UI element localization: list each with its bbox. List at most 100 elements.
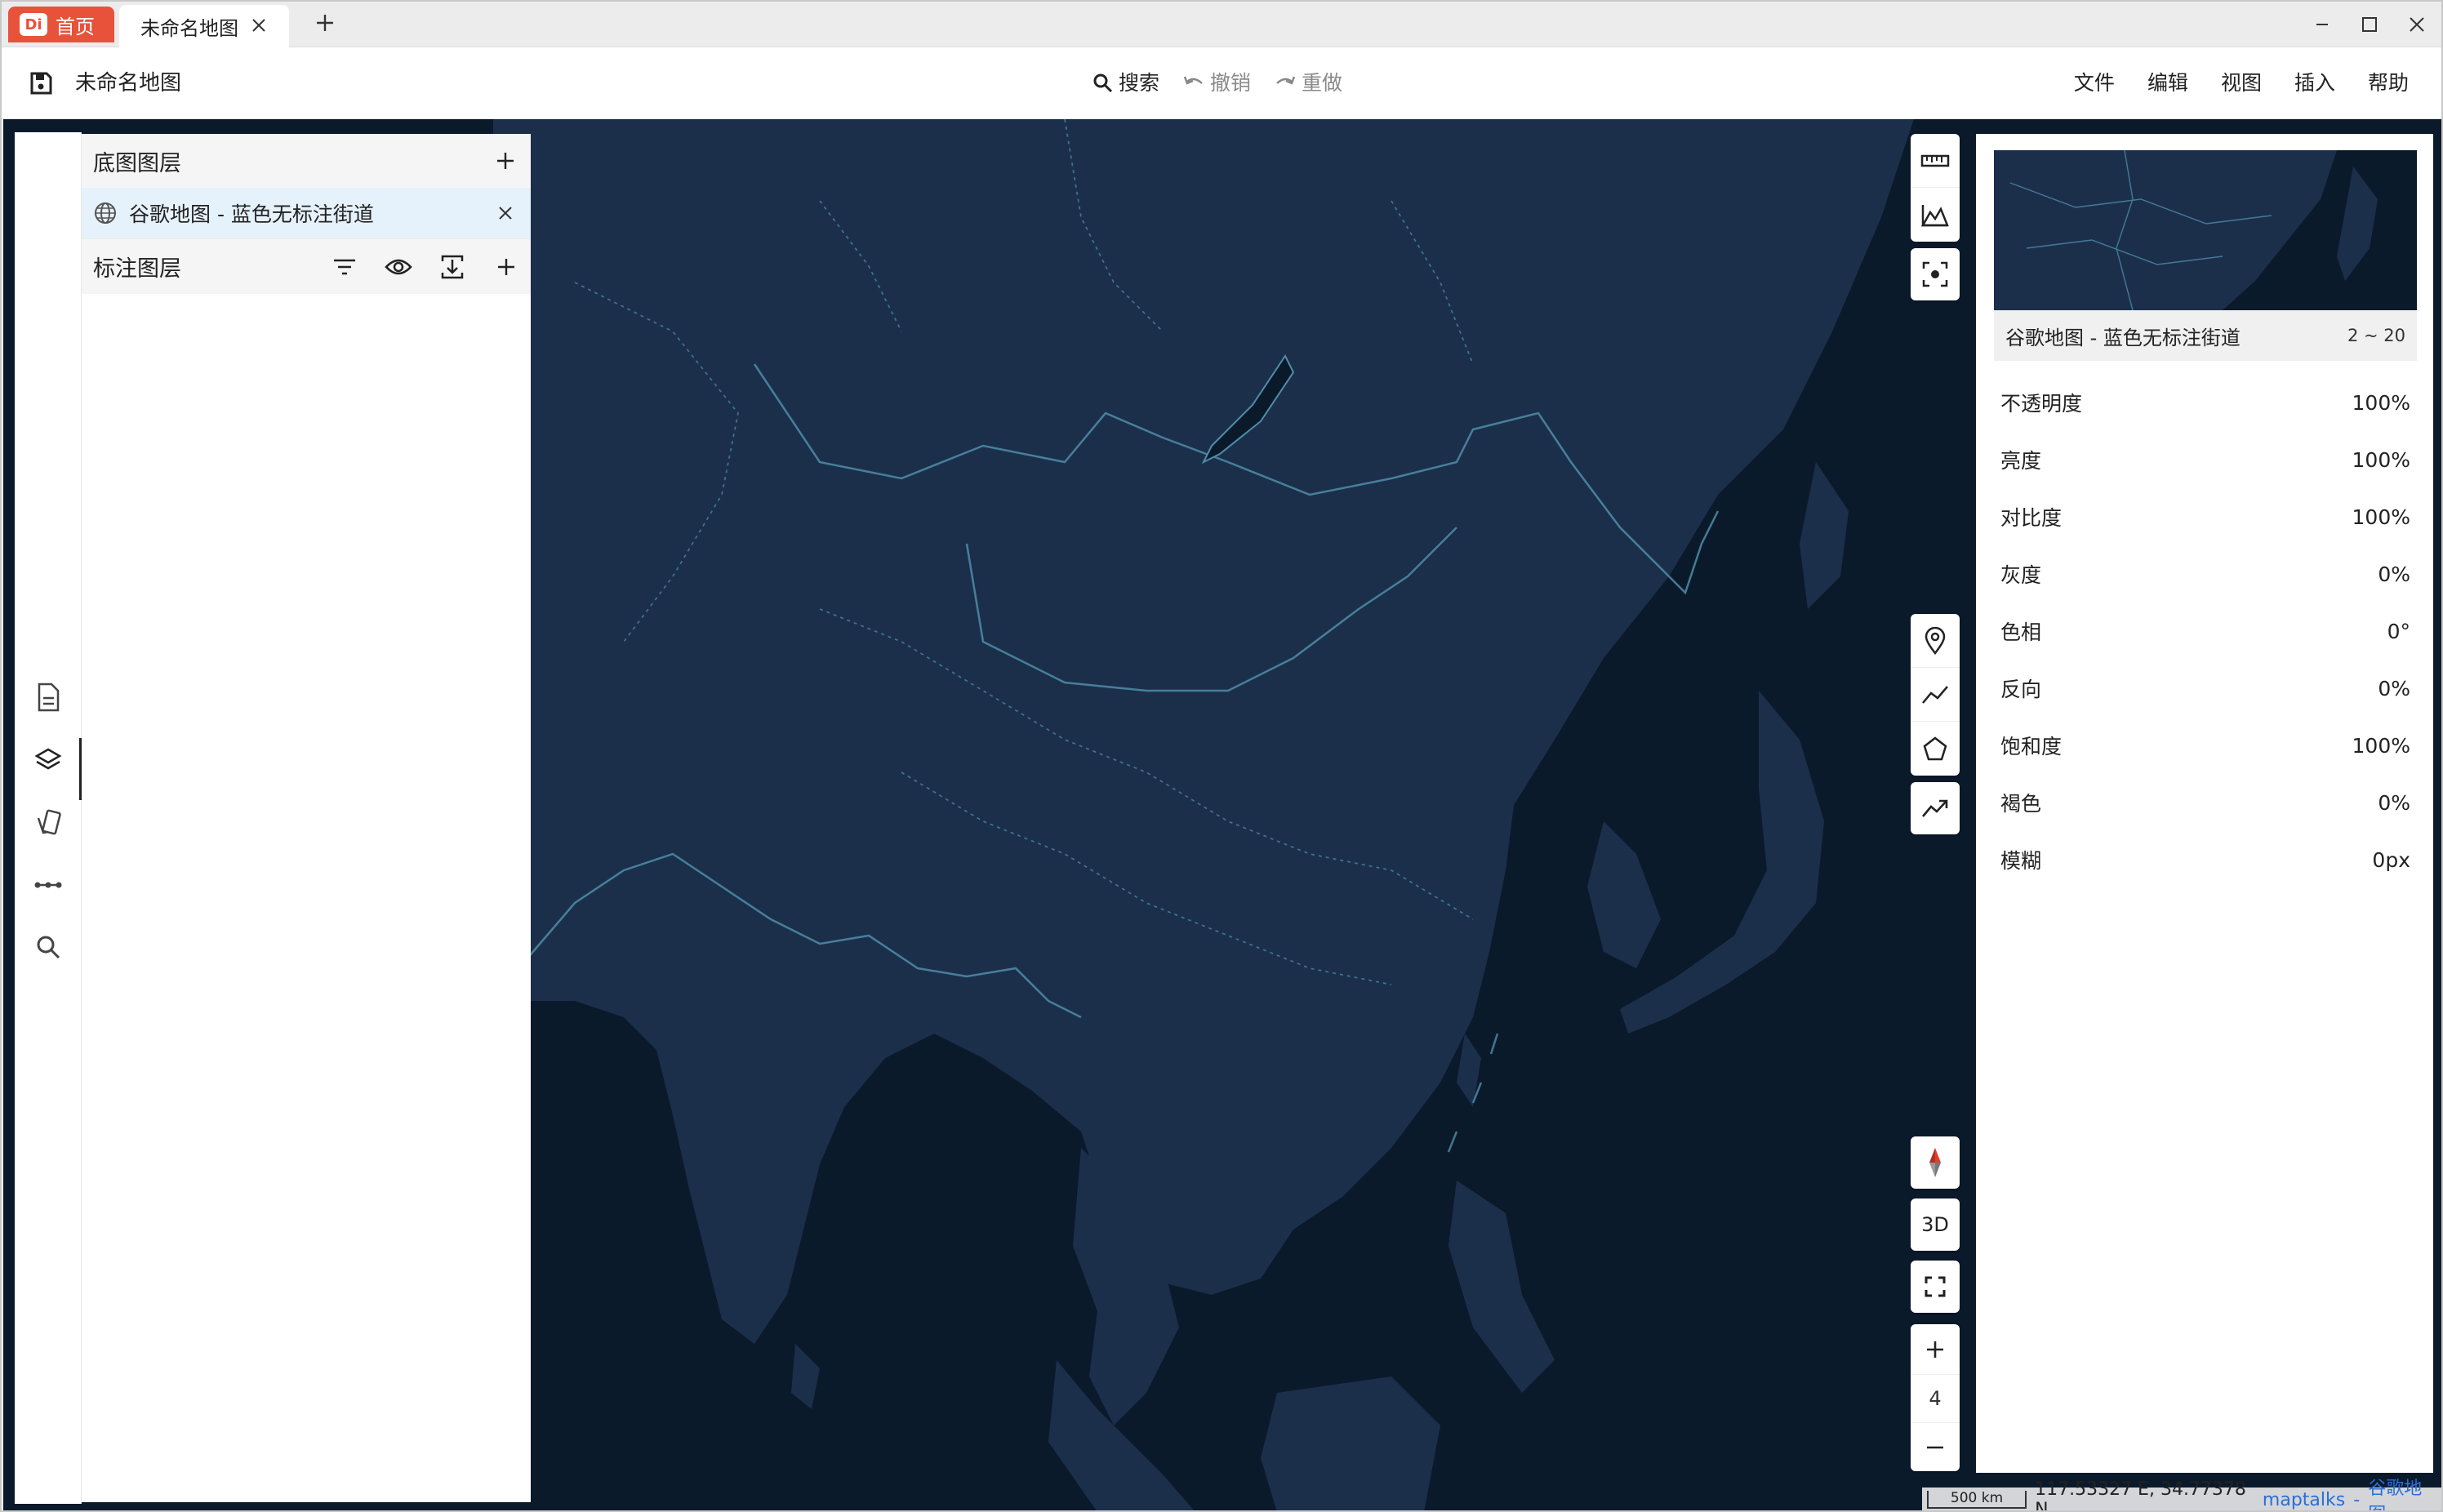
prop-contrast[interactable]: 对比度 100% xyxy=(1994,488,2417,545)
redo-button[interactable]: 重做 xyxy=(1274,67,1342,100)
fullscreen-icon[interactable] xyxy=(1911,1261,1960,1313)
terrain-icon[interactable] xyxy=(1911,188,1960,242)
annotation-layer-title: 标注图层 xyxy=(93,256,181,282)
sidebar-rail xyxy=(15,132,82,1504)
redo-label: 重做 xyxy=(1302,71,1343,95)
zoom-in-icon[interactable] xyxy=(1911,1324,1960,1375)
import-icon[interactable] xyxy=(436,251,469,283)
filter-properties-list: 不透明度 100% 亮度 100% 对比度 100% 灰度 0% 色相 0° 反向 0% 饱… xyxy=(1994,374,2417,888)
attribution-separator: - xyxy=(2353,1489,2361,1510)
menu-view[interactable]: 视图 xyxy=(2221,67,2262,100)
prop-value: 100% xyxy=(2352,505,2410,529)
layer-thumbnail xyxy=(1994,150,2417,310)
layer-properties-panel: 谷歌地图 - 蓝色无标注街道 2 ~ 20 不透明度 100% 亮度 100% 对比… xyxy=(1976,134,2433,1473)
tab-untitled-map[interactable]: 未命名地图 xyxy=(119,5,289,47)
menu-edit[interactable]: 编辑 xyxy=(2147,67,2188,100)
polygon-icon[interactable] xyxy=(1911,722,1960,776)
cursor-coordinates: 117.53327 E, 34.77378 N xyxy=(2035,1479,2246,1512)
app-logo: Di xyxy=(20,13,47,36)
visibility-eye-icon[interactable] xyxy=(382,251,415,283)
prop-value: 100% xyxy=(2352,390,2410,415)
base-layer-item[interactable]: 谷歌地图 - 蓝色无标注街道 xyxy=(82,188,531,238)
edit-actions: 搜索 撤销 重做 xyxy=(1092,67,1342,100)
annotation-layer-header: 标注图层 xyxy=(82,238,531,294)
prop-value: 100% xyxy=(2352,733,2410,758)
remove-layer-icon[interactable] xyxy=(492,199,519,227)
scale-bar: 500 km xyxy=(1927,1491,2027,1509)
locate-focus-icon[interactable] xyxy=(1911,248,1960,300)
layers-icon[interactable] xyxy=(15,735,82,800)
close-icon[interactable] xyxy=(2399,7,2435,42)
undo-icon xyxy=(1183,76,1203,85)
new-tab-icon[interactable] xyxy=(310,8,340,38)
prop-grayscale[interactable]: 灰度 0% xyxy=(1994,545,2417,603)
search-icon xyxy=(1093,73,1113,93)
prop-blur[interactable]: 模糊 0px xyxy=(1994,831,2417,888)
zoom-out-icon[interactable] xyxy=(1911,1422,1960,1471)
tab-home-label: 首页 xyxy=(56,15,95,38)
search-icon[interactable] xyxy=(15,921,82,973)
prop-value: 100% xyxy=(2352,447,2410,472)
ruler-icon[interactable] xyxy=(1911,134,1960,188)
zoom-range: 2 ~ 20 xyxy=(2347,326,2405,345)
polyline-icon[interactable] xyxy=(1911,668,1960,722)
add-base-layer-icon[interactable] xyxy=(492,147,519,175)
style-cards-icon[interactable] xyxy=(15,797,82,849)
prop-invert[interactable]: 反向 0% xyxy=(1994,660,2417,717)
minimize-icon[interactable] xyxy=(2304,7,2340,42)
selected-layer-name: 谷歌地图 - 蓝色无标注街道 xyxy=(2005,326,2241,349)
prop-hue[interactable]: 色相 0° xyxy=(1994,603,2417,660)
menu-insert[interactable]: 插入 xyxy=(2294,67,2335,100)
attribution-maptalks-link[interactable]: maptalks xyxy=(2263,1490,2345,1510)
tab-close-icon[interactable] xyxy=(247,13,271,38)
prop-label: 对比度 xyxy=(2000,506,2063,530)
menu-help[interactable]: 帮助 xyxy=(2368,67,2409,100)
tab-label: 未命名地图 xyxy=(140,16,238,40)
prop-label: 色相 xyxy=(2000,620,2042,644)
redo-icon xyxy=(1276,76,1296,85)
prop-sepia[interactable]: 褐色 0% xyxy=(1994,774,2417,831)
map-status-bar: 500 km 117.53327 E, 34.77378 N maptalks … xyxy=(1922,1479,2441,1510)
measure-toolbar xyxy=(1911,134,1960,242)
prop-opacity[interactable]: 不透明度 100% xyxy=(1994,374,2417,431)
undo-button[interactable]: 撤销 xyxy=(1182,67,1251,100)
globe-icon xyxy=(95,202,116,224)
filter-icon[interactable] xyxy=(328,251,361,283)
app-window: Di 首页 未命名地图 未命名地图 搜索 撤销 重做 文件 编辑 视图 插入 帮… xyxy=(0,0,2443,1512)
zoom-level: 4 xyxy=(1929,1387,1942,1410)
prop-value: 0% xyxy=(2378,562,2410,586)
selected-layer-row[interactable]: 谷歌地图 - 蓝色无标注街道 2 ~ 20 xyxy=(1994,310,2417,361)
line-tool-icon[interactable] xyxy=(15,859,82,911)
tab-home[interactable]: Di 首页 xyxy=(8,7,114,42)
search-label: 搜索 xyxy=(1119,71,1160,95)
attribution-source-link[interactable]: 谷歌地图 xyxy=(2368,1474,2436,1510)
toggle-3d-label: 3D xyxy=(1921,1213,1949,1236)
prop-label: 灰度 xyxy=(2000,563,2042,587)
toggle-3d-button[interactable]: 3D xyxy=(1911,1198,1960,1251)
search-button[interactable]: 搜索 xyxy=(1092,67,1159,100)
marker-icon[interactable] xyxy=(1911,614,1960,668)
prop-brightness[interactable]: 亮度 100% xyxy=(1994,431,2417,488)
base-layer-name: 谷歌地图 - 蓝色无标注街道 xyxy=(129,202,374,226)
document-title[interactable]: 未命名地图 xyxy=(75,67,181,100)
document-icon[interactable] xyxy=(15,671,82,723)
prop-label: 饱和度 xyxy=(2000,735,2063,758)
prop-value: 0px xyxy=(2372,847,2410,872)
compass-icon[interactable] xyxy=(1911,1136,1960,1189)
trend-line-icon[interactable] xyxy=(1911,782,1960,834)
prop-label: 模糊 xyxy=(2000,849,2042,873)
prop-label: 亮度 xyxy=(2000,449,2042,473)
undo-label: 撤销 xyxy=(1210,71,1252,95)
toolbar: 未命名地图 搜索 撤销 重做 文件 编辑 视图 插入 帮助 xyxy=(2,47,2441,119)
main-menu: 文件 编辑 视图 插入 帮助 xyxy=(2074,67,2409,100)
zoom-control: 4 xyxy=(1911,1324,1960,1471)
prop-saturation[interactable]: 饱和度 100% xyxy=(1994,717,2417,774)
base-layer-header: 底图图层 xyxy=(82,134,531,188)
maximize-icon[interactable] xyxy=(2352,7,2387,42)
draw-toolbar xyxy=(1911,614,1960,776)
save-icon[interactable] xyxy=(26,69,56,98)
menu-file[interactable]: 文件 xyxy=(2074,67,2115,100)
prop-label: 褐色 xyxy=(2000,792,2042,816)
prop-value: 0% xyxy=(2378,790,2410,815)
add-annotation-layer-icon[interactable] xyxy=(490,251,523,283)
